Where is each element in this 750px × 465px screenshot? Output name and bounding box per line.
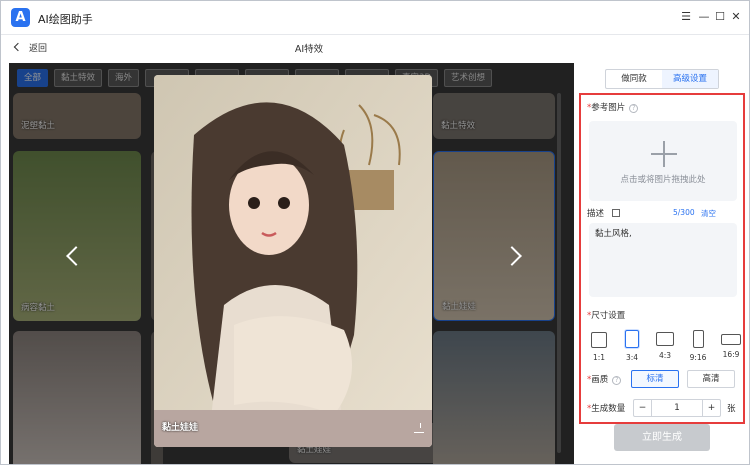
size-option-1-1[interactable]: 1:1 — [587, 330, 611, 362]
tab-advanced[interactable]: 高级设置 — [662, 70, 718, 88]
ratio-icon — [656, 332, 674, 346]
app-title: AI绘图助手 — [38, 13, 93, 26]
maximize-icon[interactable]: ☐ — [713, 10, 727, 23]
count-unit: 张 — [727, 404, 736, 414]
upload-hint: 点击或将图片拖拽此处 — [620, 175, 706, 185]
count-label: 生成数量 — [591, 404, 626, 414]
sub-header: 返回 AI特效 — [1, 36, 749, 60]
ratio-icon — [721, 334, 741, 345]
size-text: 9:16 — [689, 353, 707, 362]
title-bar: A AI绘图助手 ☰ — ☐ ✕ — [1, 1, 749, 35]
close-icon[interactable]: ✕ — [729, 10, 743, 23]
menu-icon[interactable]: ☰ — [679, 10, 693, 23]
ref-image-heading: *参考图片? — [587, 101, 639, 113]
count-stepper: − 1 + — [633, 399, 721, 417]
quality-standard-button[interactable]: 标清 — [631, 370, 679, 388]
desc-label: 描述 — [587, 209, 605, 219]
size-options: 1:1 3:4 4:3 9:16 16:9 — [587, 330, 743, 362]
settings-panel: *参考图片? 点击或将图片拖拽此处 描述 5/300 清空 黏土风格, *尺寸设… — [579, 93, 745, 424]
help-icon[interactable]: ? — [629, 104, 639, 113]
size-text: 1:1 — [592, 353, 606, 362]
desc-counter: 5/300 — [673, 208, 695, 217]
copy-icon[interactable] — [611, 209, 620, 217]
size-option-9-16[interactable]: 9:16 — [686, 330, 710, 362]
minimize-icon[interactable]: — — [697, 10, 711, 23]
quality-hd-button[interactable]: 高清 — [687, 370, 735, 388]
ref-image-label: 参考图片 — [591, 103, 626, 113]
desc-textarea[interactable]: 黏土风格, — [589, 223, 737, 297]
size-text: 16:9 — [722, 350, 740, 359]
size-label: 尺寸设置 — [591, 311, 626, 321]
plus-icon — [651, 141, 677, 167]
size-heading: *尺寸设置 — [587, 309, 625, 321]
preview-illustration — [154, 75, 432, 447]
increment-button[interactable]: + — [702, 400, 720, 416]
gallery-pane: 全部 黏土特效 海外 — — — — — 真实3D 艺术创想 泥塑黏土 黏土特效… — [9, 63, 574, 464]
download-icon[interactable] — [414, 423, 424, 433]
size-option-16-9[interactable]: 16:9 — [719, 330, 743, 362]
quality-label: 画质 — [591, 375, 609, 385]
gallery-scrollbar[interactable] — [557, 93, 561, 453]
decrement-button[interactable]: − — [634, 400, 652, 416]
preview-image: 黏土娃娃 — [154, 75, 432, 447]
ratio-icon — [591, 332, 607, 348]
count-heading: *生成数量 — [587, 402, 625, 414]
app-logo-icon: A — [11, 8, 30, 27]
size-text: 3:4 — [625, 353, 639, 362]
tab-same-style[interactable]: 做同款 — [606, 70, 662, 88]
ratio-icon — [625, 330, 639, 348]
page-title: AI特效 — [294, 44, 324, 55]
settings-tabs: 做同款 高级设置 — [605, 69, 719, 89]
count-input[interactable]: 1 — [652, 400, 702, 416]
generate-button[interactable]: 立即生成 — [614, 424, 710, 451]
help-icon[interactable]: ? — [612, 376, 622, 385]
size-option-4-3[interactable]: 4:3 — [653, 330, 677, 362]
app-window: A AI绘图助手 ☰ — ☐ ✕ 返回 AI特效 全部 黏土特效 海外 — — … — [0, 0, 750, 465]
size-option-3-4[interactable]: 3:4 — [620, 330, 644, 362]
quality-heading: *画质? — [587, 373, 622, 385]
ratio-icon — [692, 330, 704, 348]
clear-button[interactable]: 清空 — [701, 208, 716, 219]
desc-heading: 描述 — [587, 207, 620, 219]
size-text: 4:3 — [658, 351, 672, 360]
upload-area[interactable]: 点击或将图片拖拽此处 — [589, 121, 737, 201]
preview-caption: 黏土娃娃 — [162, 423, 199, 433]
